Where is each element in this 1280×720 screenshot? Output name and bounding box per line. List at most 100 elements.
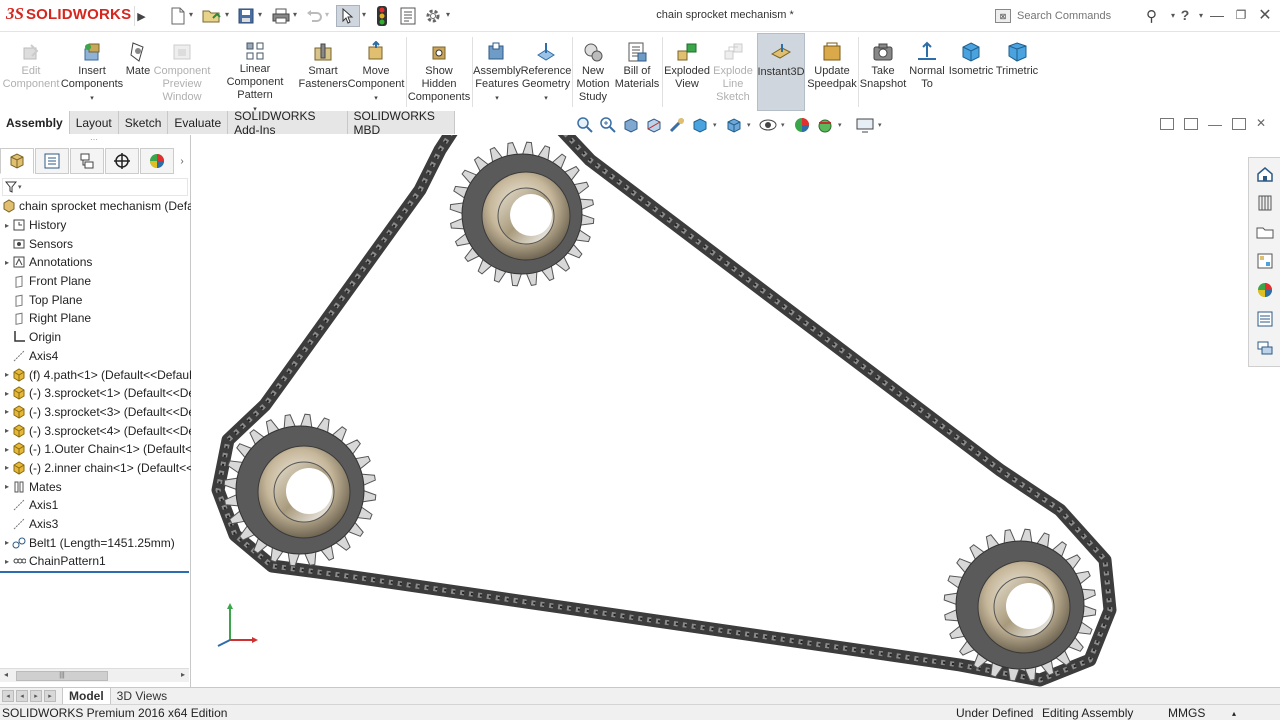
save-dropdown-icon[interactable]: ▾ [258,10,262,19]
expand-arrow-icon[interactable]: ▸ [2,557,12,566]
normal-to-button[interactable]: Normal To [906,33,948,111]
menu-expand-arrow-icon[interactable]: ▶ [134,6,148,26]
select-pointer-icon[interactable] [336,5,360,27]
expand-arrow-icon[interactable]: ▸ [2,258,12,267]
tree-item[interactable]: ▸ (-) 3.sprocket<1> (Default<<Default>_Di… [0,384,191,403]
move-component-button[interactable]: Move Component ▾ [348,33,404,111]
tree-item[interactable]: Axis3 [0,515,191,534]
expand-arrow-icon[interactable]: ▸ [2,407,12,416]
viewport-split-icon[interactable] [1160,118,1174,130]
options-dropdown-icon[interactable]: ▾ [446,10,450,19]
edit-component-button[interactable]: Edit Component [2,33,60,111]
last-tab-arrow-icon[interactable]: ▸ [44,690,56,702]
new-motion-study-button[interactable]: New Motion Study [574,33,612,111]
tab-evaluate[interactable]: Evaluate [168,111,229,134]
zoom-to-fit-icon[interactable] [575,115,595,135]
tab-model[interactable]: Model [62,687,111,705]
tree-item[interactable]: Top Plane [0,290,191,309]
tab-3d-views[interactable]: 3D Views [111,688,173,705]
unit-system-dropdown-icon[interactable]: ▴ [1232,709,1236,718]
minimize-window-icon[interactable]: — [1206,5,1228,25]
undo-icon[interactable] [304,5,324,27]
display-manager-tab[interactable] [140,148,174,174]
isometric-button[interactable]: Isometric [948,33,994,111]
first-tab-arrow-icon[interactable]: ◂ [2,690,14,702]
assembly-features-dropdown-icon[interactable]: ▾ [495,92,499,105]
view-settings-dropdown-icon[interactable]: ▾ [878,121,886,129]
solidworks-resources-home-icon[interactable] [1252,161,1278,187]
solidworks-forum-icon[interactable] [1252,335,1278,361]
tree-item[interactable]: ▸ (-) 3.sprocket<4> (Default<<Default>_Di… [0,421,191,440]
zoom-to-area-icon[interactable] [598,115,618,135]
scroll-thumb[interactable]: ||| [16,671,108,681]
view-palette-icon[interactable] [1252,248,1278,274]
insert-components-button[interactable]: Insert Components ▾ [60,33,124,111]
open-folder-icon[interactable] [200,5,224,27]
mate-button[interactable]: Mate [124,33,152,111]
expand-arrow-icon[interactable]: ▸ [2,538,12,547]
tree-item[interactable]: Front Plane [0,272,191,291]
reference-geometry-dropdown-icon[interactable]: ▾ [544,92,548,105]
next-tab-arrow-icon[interactable]: ▸ [30,690,42,702]
expand-arrow-icon[interactable]: ▸ [2,389,12,398]
configuration-manager-tab[interactable] [70,148,104,174]
expand-arrow-icon[interactable]: ▸ [2,426,12,435]
expand-arrow-icon[interactable]: ▸ [2,482,12,491]
solidworks-logo[interactable]: 3S SOLIDWORKS [6,4,131,24]
tree-root-item[interactable]: chain sprocket mechanism (Default<Displa… [0,197,191,216]
assembly-features-button[interactable]: Assembly Features ▾ [473,33,521,111]
tab-solidworks-addins[interactable]: SOLIDWORKS Add-Ins [228,109,348,137]
panel-grip-icon[interactable]: ⋯ [90,135,98,144]
feature-manager-tab[interactable] [0,148,34,174]
previous-view-icon[interactable] [621,115,641,135]
restore-window-icon[interactable]: ❐ [1230,5,1252,25]
smart-fasteners-button[interactable]: Smart Fasteners [298,33,348,111]
update-speedpak-button[interactable]: Update Speedpak [807,33,857,111]
property-manager-tab[interactable] [35,148,69,174]
appearances-scenes-icon[interactable] [1252,277,1278,303]
sprocket-right[interactable] [943,528,1097,682]
tree-item[interactable]: Origin [0,328,191,347]
rebuild-traffic-light-icon[interactable] [374,5,390,27]
tab-solidworks-mbd[interactable]: SOLIDWORKS MBD [347,109,455,137]
design-library-icon[interactable] [1252,190,1278,216]
expand-arrow-icon[interactable]: ▸ [2,221,12,230]
save-icon[interactable] [235,5,257,27]
instant3d-button[interactable]: Instant3D [757,33,805,111]
trimetric-button[interactable]: Trimetric [994,33,1040,111]
reference-geometry-button[interactable]: Reference Geometry ▾ [520,33,572,111]
hide-show-items-icon[interactable] [758,115,778,135]
viewport-restore-icon[interactable] [1232,118,1246,130]
more-tabs-arrow-icon[interactable]: › [175,156,189,167]
expand-arrow-icon[interactable]: ▸ [2,445,12,454]
exploded-view-button[interactable]: Exploded View [664,33,710,111]
filter-dropdown-icon[interactable]: ▾ [18,183,22,191]
search-scope-icon[interactable]: ⊠ [995,9,1011,23]
tree-item[interactable]: ▸ (-) 2.inner chain<1> (Default<<Default>… [0,459,191,478]
feature-tree-horizontal-scrollbar[interactable]: ◂ ||| ▸ [0,668,189,682]
tree-item[interactable]: Sensors [0,234,191,253]
tree-item[interactable]: Axis1 [0,496,191,515]
expand-arrow-icon[interactable]: ▸ [2,463,12,472]
view-orientation-dropdown-icon[interactable]: ▾ [713,121,721,129]
edit-appearance-icon[interactable] [792,115,812,135]
viewport-close-icon[interactable]: ✕ [1256,117,1270,130]
tree-item[interactable]: ▸ ChainPattern1 [0,552,191,571]
sprocket-top[interactable] [449,141,595,287]
apply-scene-icon[interactable] [815,115,835,135]
tree-item[interactable]: ▸ (-) 3.sprocket<3> (Default<<Default>_Di… [0,403,191,422]
tree-item[interactable]: Axis4 [0,347,191,366]
expand-arrow-icon[interactable]: ▸ [2,370,12,379]
take-snapshot-button[interactable]: Take Snapshot [860,33,906,111]
tree-item[interactable]: ▸ Mates [0,477,191,496]
dynamic-annotation-icon[interactable] [667,115,687,135]
open-dropdown-icon[interactable]: ▾ [225,10,229,19]
tree-item[interactable]: Right Plane [0,309,191,328]
search-commands-box[interactable]: ⊠ ⚲ [992,5,1164,27]
undo-dropdown-icon[interactable]: ▾ [325,10,329,19]
select-dropdown-icon[interactable]: ▾ [362,10,366,19]
explode-line-sketch-button[interactable]: Explode Line Sketch [710,33,756,111]
insert-components-dropdown-icon[interactable]: ▾ [90,92,94,105]
scroll-left-arrow-icon[interactable]: ◂ [4,670,8,679]
tree-item[interactable]: ▸ Belt1 (Length=1451.25mm) [0,533,191,552]
